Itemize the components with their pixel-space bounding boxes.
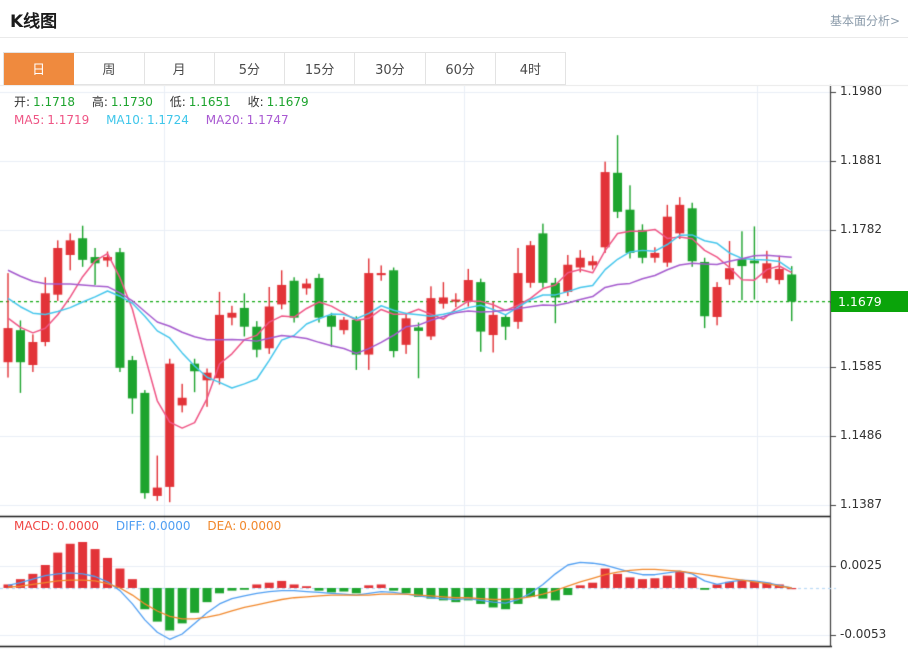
kline-page: { "header": { "title": "K线图", "link": "基… — [0, 0, 908, 652]
diff-label: DIFF: — [116, 519, 146, 533]
price-axis-label: 1.1486 — [840, 428, 882, 442]
dea-label: DEA: — [207, 519, 236, 533]
price-axis-label: 1.1585 — [840, 359, 882, 373]
macd-label: MACD: — [14, 519, 54, 533]
macd-axis-label: 0.0025 — [840, 558, 882, 572]
price-axis-label: 1.1881 — [840, 153, 882, 167]
ma5-value: 1.1719 — [47, 113, 89, 127]
ma5-label: MA5: — [14, 113, 44, 127]
open-value: 1.1718 — [33, 95, 75, 109]
close-label: 收: — [248, 95, 264, 109]
current-price-badge: 1.1679 — [831, 291, 908, 312]
ma10-label: MA10: — [106, 113, 144, 127]
price-axis-label: 1.1782 — [840, 222, 882, 236]
low-label: 低: — [170, 95, 186, 109]
fundamental-analysis-link[interactable]: 基本面分析> — [830, 12, 900, 29]
tabbar-baseline — [0, 85, 908, 86]
header-divider — [0, 37, 908, 38]
price-axis-label: 1.1387 — [840, 497, 882, 511]
high-label: 高: — [92, 95, 108, 109]
low-value: 1.1651 — [189, 95, 231, 109]
ma10-value: 1.1724 — [147, 113, 189, 127]
ma20-value: 1.1747 — [247, 113, 289, 127]
macd-legend: MACD:0.0000 DIFF:0.0000 DEA:0.0000 — [14, 519, 284, 533]
diff-value: 0.0000 — [149, 519, 191, 533]
tab-interval-0[interactable]: 日 — [4, 53, 74, 85]
page-title: K线图 — [10, 7, 57, 32]
tab-interval-2[interactable]: 月 — [145, 53, 215, 85]
close-value: 1.1679 — [267, 95, 309, 109]
ma20-label: MA20: — [206, 113, 244, 127]
tab-interval-3[interactable]: 5分 — [215, 53, 285, 85]
tab-interval-7[interactable]: 4时 — [496, 53, 566, 85]
tab-interval-6[interactable]: 60分 — [426, 53, 496, 85]
high-value: 1.1730 — [111, 95, 153, 109]
ma-legend: MA5:1.1719 MA10:1.1724 MA20:1.1747 — [14, 113, 292, 127]
ohlc-legend: 开:1.1718 高:1.1730 低:1.1651 收:1.1679 — [14, 93, 312, 110]
interval-tabbar: 日周月5分15分30分60分4时 — [3, 52, 566, 85]
tab-interval-4[interactable]: 15分 — [285, 53, 355, 85]
price-axis-label: 1.1980 — [840, 84, 882, 98]
open-label: 开: — [14, 95, 30, 109]
macd-value: 0.0000 — [57, 519, 99, 533]
tab-interval-1[interactable]: 周 — [74, 53, 144, 85]
macd-axis-label: -0.0053 — [840, 627, 886, 641]
dea-value: 0.0000 — [239, 519, 281, 533]
tab-interval-5[interactable]: 30分 — [355, 53, 425, 85]
